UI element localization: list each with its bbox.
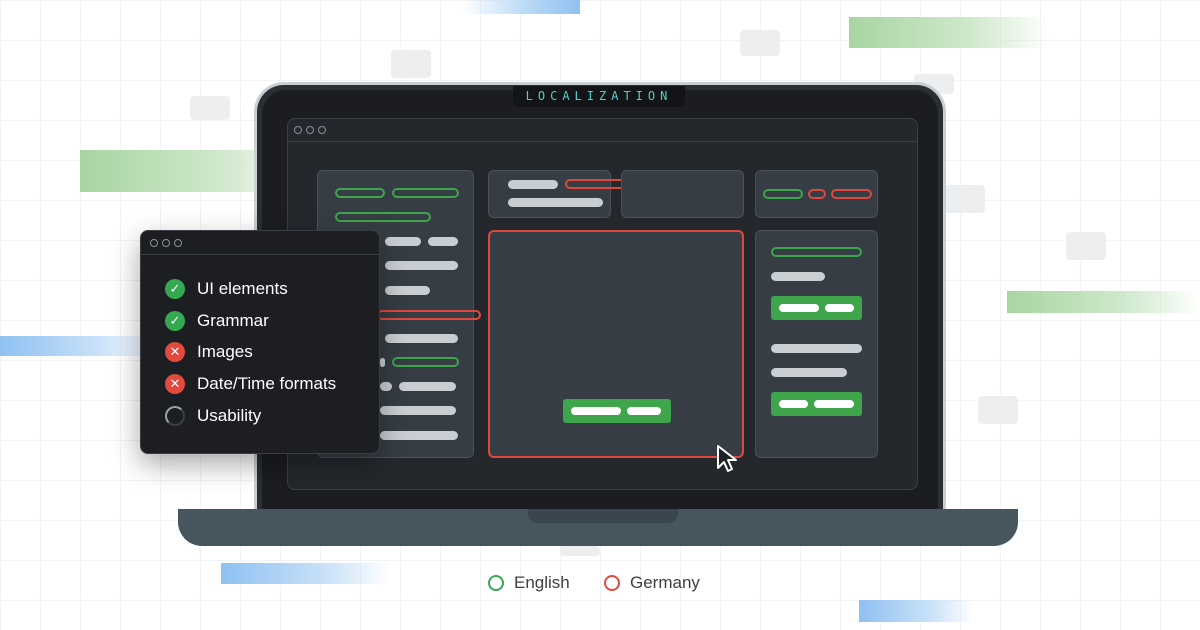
checklist-item-label: Grammar <box>197 311 269 330</box>
popup-title-bar <box>141 231 379 255</box>
window-dot-icon <box>162 239 170 247</box>
laptop-notch <box>528 509 678 523</box>
window-dot-icon <box>306 126 314 134</box>
mouse-cursor-icon <box>717 445 737 472</box>
placeholder-bar <box>428 237 458 246</box>
screen-title-bar <box>287 118 918 142</box>
placeholder-bar <box>380 358 385 367</box>
decor-ghost <box>391 50 431 78</box>
checklist-item-date-time-formats: ✕ Date/Time formats <box>165 373 336 395</box>
decor-strip <box>859 600 974 622</box>
side-action-button[interactable] <box>771 392 862 416</box>
main-action-button[interactable] <box>563 399 671 423</box>
green-ring-icon <box>488 575 504 591</box>
placeholder-bar <box>380 406 456 415</box>
placeholder-bar <box>771 272 825 281</box>
placeholder-bar <box>771 368 847 377</box>
window-dot-icon <box>150 239 158 247</box>
check-circle-icon: ✓ <box>165 311 185 331</box>
placeholder-bar <box>392 188 459 198</box>
x-circle-icon: ✕ <box>165 342 185 362</box>
placeholder-bar <box>831 189 872 199</box>
button-label-placeholder <box>627 407 661 415</box>
placeholder-bar <box>377 310 481 320</box>
button-label-placeholder <box>825 304 854 312</box>
decor-strip <box>1007 291 1200 313</box>
placeholder-bar <box>399 382 456 391</box>
decor-ghost <box>945 185 985 213</box>
main-content-panel <box>488 230 744 458</box>
placeholder-bar <box>335 188 385 198</box>
placeholder-bar <box>385 286 430 295</box>
placeholder-bar <box>508 180 558 189</box>
brand-label: LOCALIZATION <box>513 86 685 107</box>
window-dot-icon <box>174 239 182 247</box>
placeholder-bar <box>808 189 826 199</box>
placeholder-bar <box>771 344 862 353</box>
placeholder-bar <box>771 247 862 257</box>
decor-strip <box>463 0 580 14</box>
button-label-placeholder <box>779 400 808 408</box>
checklist-item-ui-elements: ✓ UI elements <box>165 278 288 300</box>
placeholder-bar <box>763 189 803 199</box>
legend-english: English <box>488 573 570 593</box>
red-ring-icon <box>604 575 620 591</box>
decor-ghost <box>560 546 600 556</box>
decor-strip <box>221 563 391 584</box>
decor-ghost <box>190 96 230 120</box>
legend-label: English <box>514 573 570 592</box>
decor-ghost <box>978 396 1018 424</box>
checklist-item-label: Images <box>197 342 253 361</box>
legend-label: Germany <box>630 573 700 592</box>
checklist-item-label: Usability <box>197 406 262 425</box>
placeholder-bar <box>385 261 458 270</box>
header-panel <box>488 170 611 218</box>
spinner-icon <box>165 406 185 426</box>
placeholder-bar <box>385 334 458 343</box>
placeholder-bar <box>380 431 458 440</box>
placeholder-bar <box>508 198 603 207</box>
legend-germany: Germany <box>604 573 700 593</box>
button-label-placeholder <box>814 400 854 408</box>
checklist-item-images: ✕ Images <box>165 341 253 363</box>
header-panel-secondary <box>621 170 744 218</box>
checklist-popup: ✓ UI elements ✓ Grammar ✕ Images ✕ Date/… <box>140 230 380 454</box>
button-label-placeholder <box>779 304 819 312</box>
checklist-item-usability: Usability <box>165 405 261 427</box>
window-dot-icon <box>294 126 302 134</box>
placeholder-bar <box>385 237 421 246</box>
decor-strip <box>0 336 160 356</box>
checklist-item-label: UI elements <box>197 279 288 298</box>
placeholder-bar <box>335 212 431 222</box>
decor-ghost <box>1066 232 1106 260</box>
x-circle-icon: ✕ <box>165 374 185 394</box>
checklist-item-grammar: ✓ Grammar <box>165 310 269 332</box>
checklist-item-label: Date/Time formats <box>197 374 337 393</box>
decor-strip <box>849 17 1049 48</box>
side-action-button[interactable] <box>771 296 862 320</box>
window-dot-icon <box>318 126 326 134</box>
button-label-placeholder <box>571 407 621 415</box>
placeholder-bar <box>392 357 459 367</box>
check-circle-icon: ✓ <box>165 279 185 299</box>
placeholder-bar <box>380 382 392 391</box>
decor-ghost <box>740 30 780 56</box>
